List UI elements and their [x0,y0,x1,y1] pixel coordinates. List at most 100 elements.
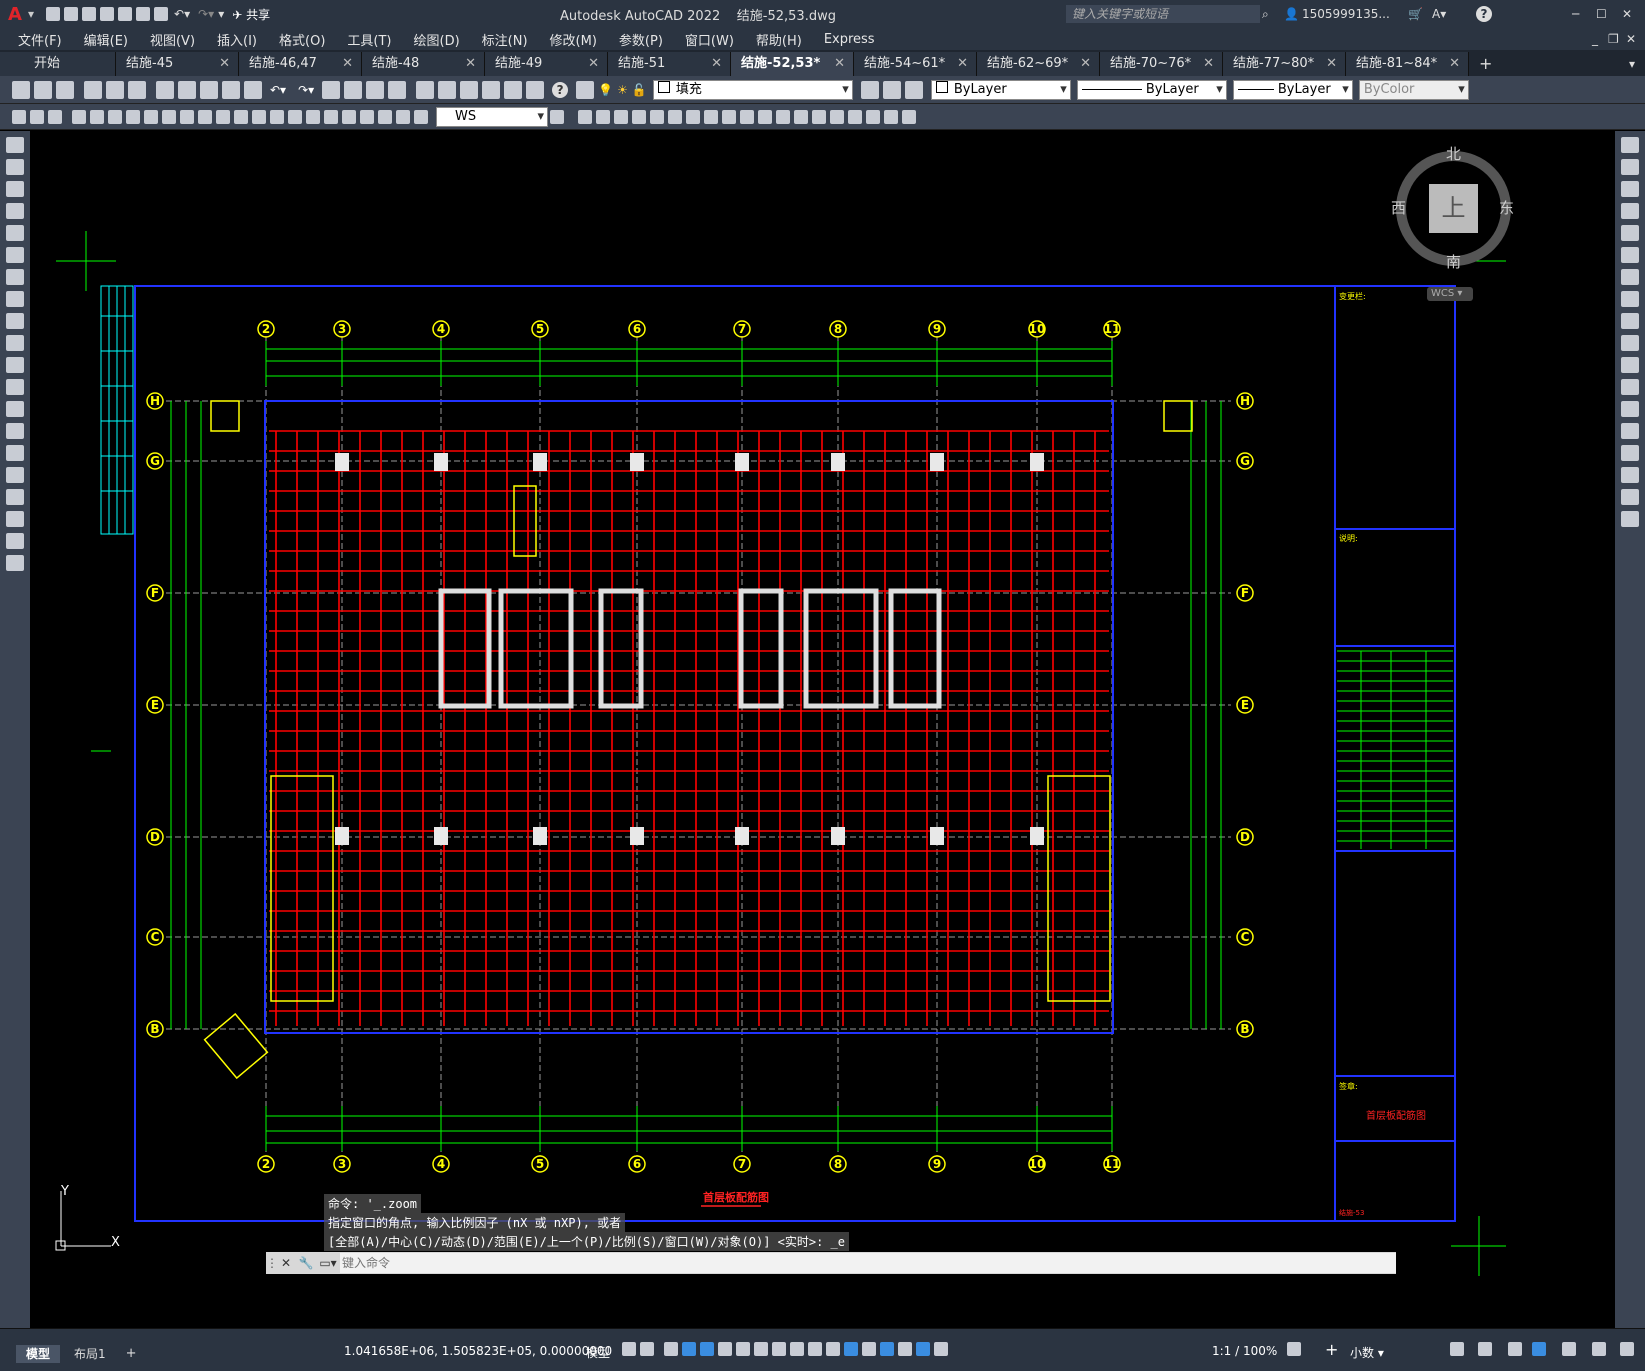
match-properties-icon[interactable] [222,80,240,99]
cart-icon[interactable]: 🛒 [1408,7,1423,21]
layer-dropdown[interactable]: 填充 [652,79,853,100]
dim-continue-icon[interactable] [252,109,266,124]
dim-angular-icon[interactable] [198,109,212,124]
doc-restore-icon[interactable]: ❐ [1608,32,1619,46]
save-web-icon[interactable] [136,7,151,21]
tool-1-icon[interactable] [12,109,26,124]
tab-file[interactable]: 结施-49 ✕ [485,52,608,76]
mirror-icon[interactable] [1621,181,1639,197]
new-tab-button[interactable]: + [1469,52,1502,76]
design-center-icon[interactable] [438,80,457,99]
inspect-icon[interactable] [342,109,356,124]
fillet-icon[interactable] [1621,467,1639,483]
rectangle-icon[interactable] [6,225,24,241]
units-dropdown[interactable]: 小数 ▾ [1350,1344,1384,1361]
mtext-icon[interactable] [6,533,24,549]
ellipse-arc-icon[interactable] [6,357,24,373]
circle-icon[interactable] [6,269,24,285]
viewcube-top-face[interactable]: 上 [1429,184,1478,233]
doc-close-icon[interactable]: ✕ [1626,32,1636,46]
tab-start[interactable]: 开始 [0,52,116,76]
dim-break-icon[interactable] [288,109,302,124]
tab-file[interactable]: 结施-46,47 ✕ [239,52,362,76]
dim-linear-icon[interactable] [72,109,86,124]
osnap-icon[interactable] [772,1342,786,1356]
qnew-icon[interactable] [12,80,30,99]
menu-dimension[interactable]: 标注(N) [471,30,539,49]
zoom-window-icon[interactable] [366,80,385,99]
menu-tools[interactable]: 工具(T) [336,30,402,49]
modify-11-icon[interactable] [758,109,772,124]
join-icon[interactable] [1621,423,1639,439]
share-button[interactable]: ✈ 共享 [232,6,270,23]
ellipse-icon[interactable] [6,335,24,351]
search-icon[interactable]: ⌕ [1262,7,1269,22]
calculator-icon[interactable] [526,80,545,99]
customization-icon[interactable] [1592,1342,1606,1356]
tolerance-icon[interactable] [306,109,320,124]
search-box[interactable]: 键入关键字或短语 [1066,5,1260,23]
menu-edit[interactable]: 编辑(E) [73,30,139,49]
help-icon[interactable]: ? [1476,6,1492,22]
break-icon[interactable] [1621,401,1639,417]
blend-icon[interactable] [1621,489,1639,505]
modify-1-icon[interactable] [578,109,592,124]
save-icon[interactable] [82,7,97,21]
tab-close-icon[interactable]: ✕ [1080,52,1091,76]
dynamic-ucs-icon[interactable] [862,1342,876,1356]
annotation-scale[interactable]: 1:1 / 100% [1212,1344,1277,1358]
save-icon[interactable] [56,80,74,99]
menu-format[interactable]: 格式(O) [268,30,336,49]
layer-properties-icon[interactable] [576,80,595,99]
polar-icon[interactable] [718,1342,732,1356]
tab-file[interactable]: 结施-62~69* ✕ [977,52,1100,76]
spline-icon[interactable] [6,313,24,329]
dim-text-edit-icon[interactable] [396,109,410,124]
annotation-visibility-icon[interactable] [916,1342,930,1356]
hatch-icon[interactable] [6,445,24,461]
scale-icon[interactable] [1621,291,1639,307]
dim-edit-icon[interactable] [378,109,392,124]
dim-baseline-icon[interactable] [234,109,248,124]
paste-icon[interactable] [200,80,218,99]
properties-icon[interactable] [416,80,435,99]
center-mark-icon[interactable] [324,109,338,124]
layer-previous-icon[interactable] [882,80,901,99]
modify-12-icon[interactable] [776,109,790,124]
menu-draw[interactable]: 绘图(D) [403,30,471,49]
tab-overflow-icon[interactable]: ▾ [1629,52,1635,76]
menu-view[interactable]: 视图(V) [139,30,206,49]
lineweight-icon[interactable] [790,1342,804,1356]
menu-modify[interactable]: 修改(M) [539,30,608,49]
tab-close-icon[interactable]: ✕ [834,52,845,76]
tool-3-icon[interactable] [48,109,62,124]
menu-insert[interactable]: 插入(I) [206,30,268,49]
layer-state-icon[interactable] [904,80,923,99]
modify-7-icon[interactable] [686,109,700,124]
isodraft-icon[interactable] [736,1342,750,1356]
modify-9-icon[interactable] [722,109,736,124]
tab-file[interactable]: 结施-48 ✕ [362,52,485,76]
copy-icon[interactable] [178,80,196,99]
modify-15-icon[interactable] [830,109,844,124]
rotate-icon[interactable] [1621,269,1639,285]
break-at-point-icon[interactable] [1621,379,1639,395]
command-close-icon[interactable]: ✕ [276,1256,296,1270]
viewcube-west[interactable]: 西 [1391,197,1406,218]
doc-minimize-icon[interactable]: _ [1592,32,1598,46]
workspace-gear-icon[interactable] [1287,1342,1301,1356]
modify-10-icon[interactable] [740,109,754,124]
chamfer-icon[interactable] [1621,445,1639,461]
modify-16-icon[interactable] [848,109,862,124]
dim-radius-icon[interactable] [144,109,158,124]
modify-18-icon[interactable] [884,109,898,124]
tab-file[interactable]: 结施-77~80* ✕ [1223,52,1346,76]
tab-close-icon[interactable]: ✕ [1203,52,1214,76]
tab-file[interactable]: 结施-81~84* ✕ [1346,52,1469,76]
wcs-menu[interactable]: WCS ▾ [1427,287,1473,301]
modify-2-icon[interactable] [596,109,610,124]
plotstyle-dropdown[interactable]: ByColor [1358,79,1469,100]
construction-line-icon[interactable] [6,159,24,175]
tab-file[interactable]: 结施-45 ✕ [116,52,239,76]
modify-13-icon[interactable] [794,109,808,124]
